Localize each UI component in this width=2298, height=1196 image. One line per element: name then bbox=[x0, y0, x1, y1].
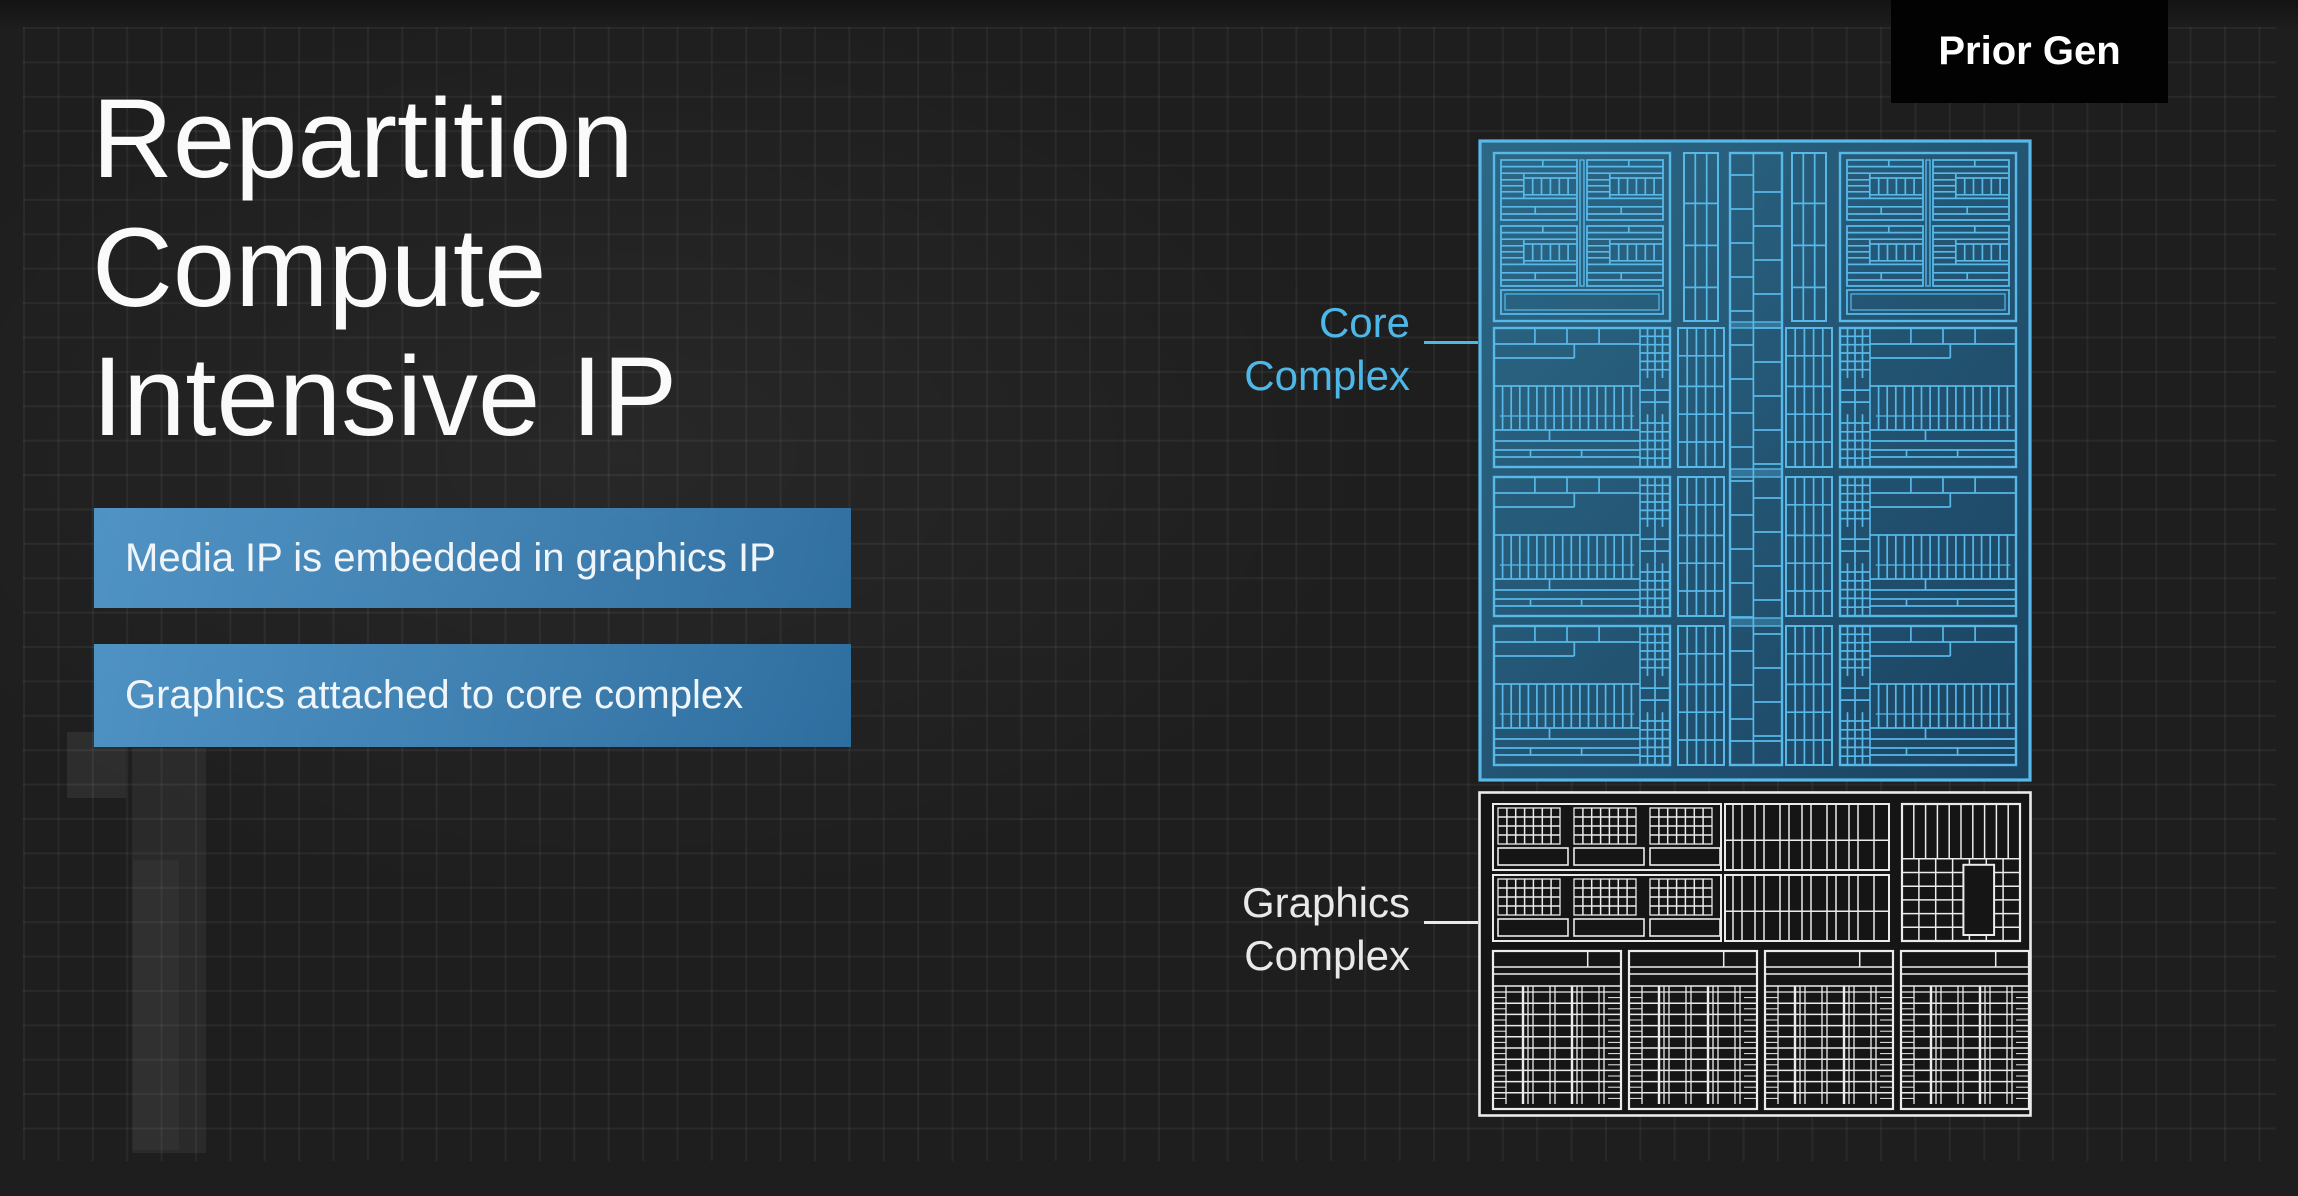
title-line-1: Repartition bbox=[92, 74, 677, 203]
graphics-complex-label-line-2: Complex bbox=[1150, 929, 1410, 982]
prior-gen-badge: Prior Gen bbox=[1891, 0, 2168, 103]
title-line-2: Compute bbox=[92, 203, 677, 332]
core-complex-diagram bbox=[1478, 139, 2032, 782]
callout-media-ip: Media IP is embedded in graphics IP bbox=[94, 508, 851, 608]
core-complex-label-line-1: Core bbox=[1150, 296, 1410, 349]
callout-media-ip-text: Media IP is embedded in graphics IP bbox=[125, 536, 776, 581]
graphics-complex-label-line-1: Graphics bbox=[1150, 876, 1410, 929]
core-complex-label: Core Complex bbox=[1150, 296, 1410, 402]
graphics-complex-diagram bbox=[1478, 791, 2032, 1117]
prior-gen-badge-label: Prior Gen bbox=[1938, 29, 2120, 74]
slide: Repartition Compute Intensive IP Media I… bbox=[0, 0, 2298, 1196]
page-title: Repartition Compute Intensive IP bbox=[92, 74, 677, 461]
graphics-complex-label: Graphics Complex bbox=[1150, 876, 1410, 982]
title-line-3: Intensive IP bbox=[92, 332, 677, 461]
core-complex-label-line-2: Complex bbox=[1150, 349, 1410, 402]
callout-graphics-attached: Graphics attached to core complex bbox=[94, 644, 851, 747]
watermark-1-stem-highlight bbox=[133, 860, 179, 1150]
callout-graphics-attached-text: Graphics attached to core complex bbox=[125, 673, 743, 718]
core-complex-connector-line bbox=[1424, 341, 1478, 344]
graphics-complex-connector-line bbox=[1424, 921, 1478, 924]
